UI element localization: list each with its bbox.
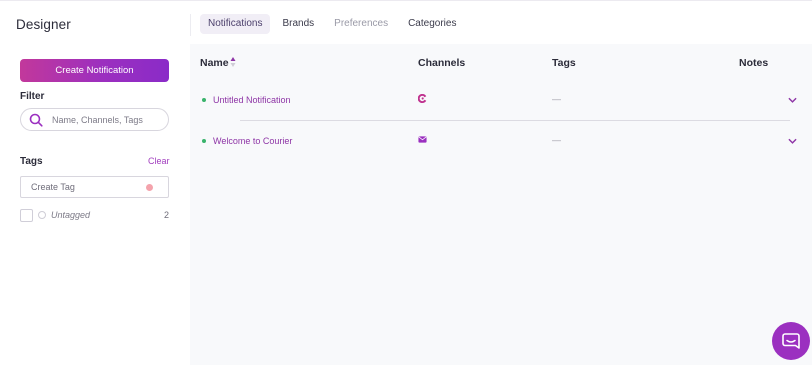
- clear-tags-link[interactable]: Clear: [148, 156, 170, 166]
- search-input[interactable]: [52, 114, 162, 125]
- courier-logo-icon: [418, 94, 427, 103]
- chat-launcher-button[interactable]: [772, 322, 810, 360]
- row-tags-value: —: [552, 135, 561, 145]
- create-tag-field[interactable]: [20, 176, 169, 198]
- tab-notifications[interactable]: Notifications: [200, 14, 271, 34]
- table-row[interactable]: Welcome to Courier —: [190, 130, 812, 152]
- chat-bubble-icon: [782, 333, 800, 349]
- chevron-down-icon[interactable]: [788, 138, 797, 145]
- row-tags-value: —: [552, 94, 561, 104]
- filter-label: Filter: [20, 91, 45, 102]
- tab-brands[interactable]: Brands: [274, 14, 322, 34]
- tags-label: Tags: [20, 156, 43, 167]
- app-title: Designer: [16, 17, 71, 32]
- status-dot: [202, 98, 206, 102]
- untagged-count: 2: [163, 210, 169, 220]
- chevron-down-icon[interactable]: [788, 97, 797, 104]
- create-tag-input[interactable]: [31, 182, 141, 192]
- email-icon: [418, 136, 427, 143]
- untagged-circle-icon: [38, 211, 46, 219]
- status-dot: [202, 139, 206, 143]
- notifications-table: Name Channels Tags Notes Untitled Notifi…: [190, 44, 812, 365]
- notification-name-link[interactable]: Welcome to Courier: [213, 136, 292, 146]
- row-divider: [240, 120, 790, 121]
- sort-ascending-icon[interactable]: [230, 56, 236, 68]
- column-header-channels: Channels: [418, 57, 466, 69]
- column-header-notes: Notes: [739, 57, 769, 69]
- header-divider: [190, 14, 191, 36]
- untagged-label: Untagged: [51, 210, 91, 220]
- sidebar: Create Notification Filter Tags Clear Un…: [0, 44, 190, 365]
- notification-name-link[interactable]: Untitled Notification: [213, 95, 291, 105]
- untagged-checkbox[interactable]: [20, 208, 33, 222]
- untagged-filter-row[interactable]: Untagged 2: [20, 208, 169, 222]
- search-icon: [29, 113, 43, 127]
- top-border: [0, 0, 812, 1]
- column-header-tags: Tags: [552, 57, 576, 69]
- tab-bar: Notifications Brands Preferences Categor…: [200, 14, 468, 34]
- column-header-name[interactable]: Name: [200, 57, 229, 69]
- tag-color-dot[interactable]: [146, 184, 153, 191]
- tab-categories[interactable]: Categories: [400, 14, 464, 34]
- create-notification-button[interactable]: Create Notification: [20, 59, 169, 82]
- search-field[interactable]: [20, 108, 169, 131]
- tab-preferences[interactable]: Preferences: [326, 14, 396, 34]
- table-row[interactable]: Untitled Notification —: [190, 89, 812, 111]
